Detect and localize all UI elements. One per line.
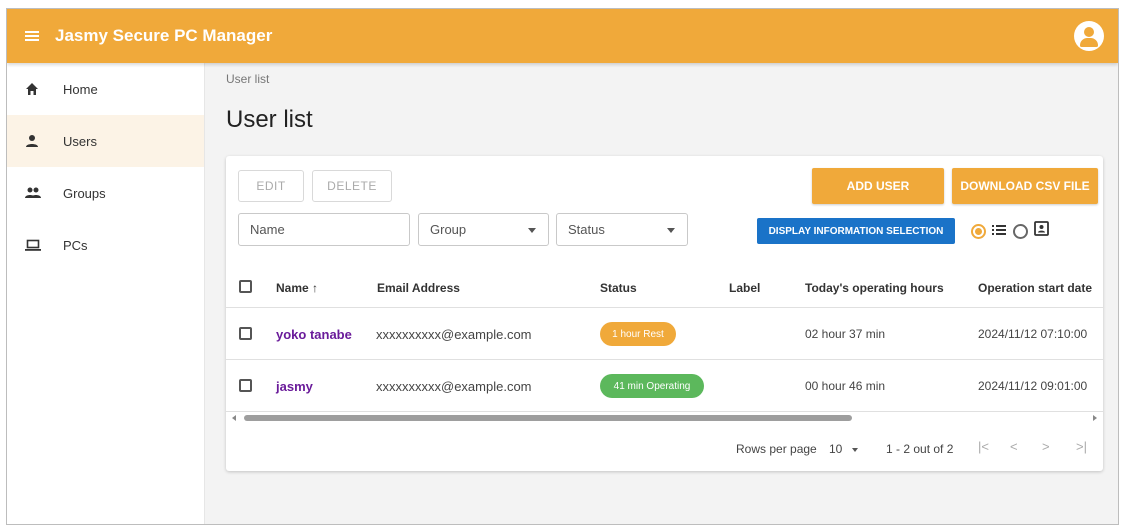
user-email: xxxxxxxxxx@example.com: [376, 379, 532, 394]
table-header: Name ↑ Email Address Status Label Today'…: [226, 266, 1103, 308]
list-view-radio[interactable]: [971, 224, 986, 239]
name-filter-input[interactable]: Name: [238, 213, 410, 246]
scroll-left-arrow-icon[interactable]: [232, 415, 236, 421]
rows-per-page-label: Rows per page: [736, 442, 817, 456]
operating-hours: 00 hour 46 min: [805, 379, 886, 393]
download-csv-button[interactable]: DOWNLOAD CSV FILE: [952, 168, 1098, 204]
page-title: User list: [226, 106, 313, 133]
column-header-operating-hours[interactable]: Today's operating hours: [805, 281, 944, 295]
sidebar-item-label: Home: [63, 81, 98, 97]
next-page-icon[interactable]: >: [1042, 439, 1050, 454]
sidebar-item-groups[interactable]: Groups: [7, 167, 204, 219]
scroll-right-arrow-icon[interactable]: [1093, 415, 1097, 421]
chevron-down-icon: [851, 447, 858, 452]
chevron-down-icon: [528, 228, 536, 233]
list-view-icon: [992, 223, 1006, 242]
main-content: User list User list EDIT DELETE ADD USER…: [206, 63, 1118, 524]
operating-hours: 02 hour 37 min: [805, 327, 886, 341]
sidebar-item-users[interactable]: Users: [7, 115, 204, 167]
scrollbar-thumb[interactable]: [244, 415, 852, 421]
sidebar-item-pcs[interactable]: PCs: [7, 219, 204, 271]
first-page-icon[interactable]: |<: [978, 439, 989, 454]
card-view-icon: [1034, 221, 1049, 241]
home-icon: [25, 82, 39, 96]
column-header-start-date[interactable]: Operation start date: [978, 281, 1092, 295]
status-badge: 41 min Operating: [600, 374, 704, 398]
chevron-down-icon: [667, 228, 675, 233]
operation-start-date: 2024/11/12 07:10:00: [978, 327, 1088, 341]
rows-per-page-value: 10: [829, 442, 843, 456]
operation-start-date: 2024/11/12 09:01:00: [978, 379, 1088, 393]
column-header-email[interactable]: Email Address: [377, 281, 460, 295]
menu-icon[interactable]: [25, 29, 43, 43]
row-checkbox[interactable]: [239, 327, 252, 340]
sidebar-item-label: Users: [63, 133, 97, 149]
user-icon: [25, 134, 39, 148]
group-icon: [25, 186, 41, 200]
rows-per-page-select[interactable]: 10: [829, 442, 858, 456]
user-email: xxxxxxxxxx@example.com: [376, 327, 532, 342]
app-bar: Jasmy Secure PC Manager: [7, 9, 1118, 63]
column-header-name[interactable]: Name ↑: [276, 281, 318, 295]
column-header-label[interactable]: Label: [729, 281, 760, 295]
group-filter-placeholder: Group: [430, 222, 467, 237]
app-title: Jasmy Secure PC Manager: [55, 26, 273, 45]
add-user-button[interactable]: ADD USER: [812, 168, 944, 204]
breadcrumb[interactable]: User list: [226, 72, 269, 86]
card-view-radio[interactable]: [1013, 224, 1028, 239]
last-page-icon[interactable]: >|: [1076, 439, 1087, 454]
status-filter-placeholder: Status: [568, 222, 605, 237]
display-information-selection-button[interactable]: DISPLAY INFORMATION SELECTION: [757, 218, 955, 244]
sidebar-item-label: PCs: [63, 237, 88, 253]
select-all-checkbox[interactable]: [239, 280, 252, 293]
table-row[interactable]: jasmy xxxxxxxxxx@example.com 41 min Oper…: [226, 360, 1103, 412]
pagination-range: 1 - 2 out of 2: [886, 442, 954, 456]
sidebar-item-label: Groups: [63, 185, 106, 201]
table-row[interactable]: yoko tanabe xxxxxxxxxx@example.com 1 hou…: [226, 308, 1103, 360]
row-checkbox[interactable]: [239, 379, 252, 392]
user-name-link[interactable]: yoko tanabe: [276, 327, 352, 342]
laptop-icon: [25, 238, 41, 252]
edit-button[interactable]: EDIT: [238, 170, 304, 202]
user-name-link[interactable]: jasmy: [276, 379, 313, 394]
account-avatar-icon[interactable]: [1074, 21, 1104, 51]
user-table-card: EDIT DELETE ADD USER DOWNLOAD CSV FILE N…: [226, 156, 1103, 471]
column-header-status[interactable]: Status: [600, 281, 637, 295]
sidebar: Home Users Groups PCs: [7, 63, 205, 524]
status-filter-select[interactable]: Status: [556, 213, 688, 246]
delete-button[interactable]: DELETE: [312, 170, 392, 202]
horizontal-scrollbar[interactable]: [226, 412, 1103, 424]
previous-page-icon[interactable]: <: [1010, 439, 1018, 454]
group-filter-select[interactable]: Group: [418, 213, 549, 246]
status-badge: 1 hour Rest: [600, 322, 676, 346]
sidebar-item-home[interactable]: Home: [7, 63, 204, 115]
app-window: Jasmy Secure PC Manager Home Users Group…: [6, 8, 1119, 525]
